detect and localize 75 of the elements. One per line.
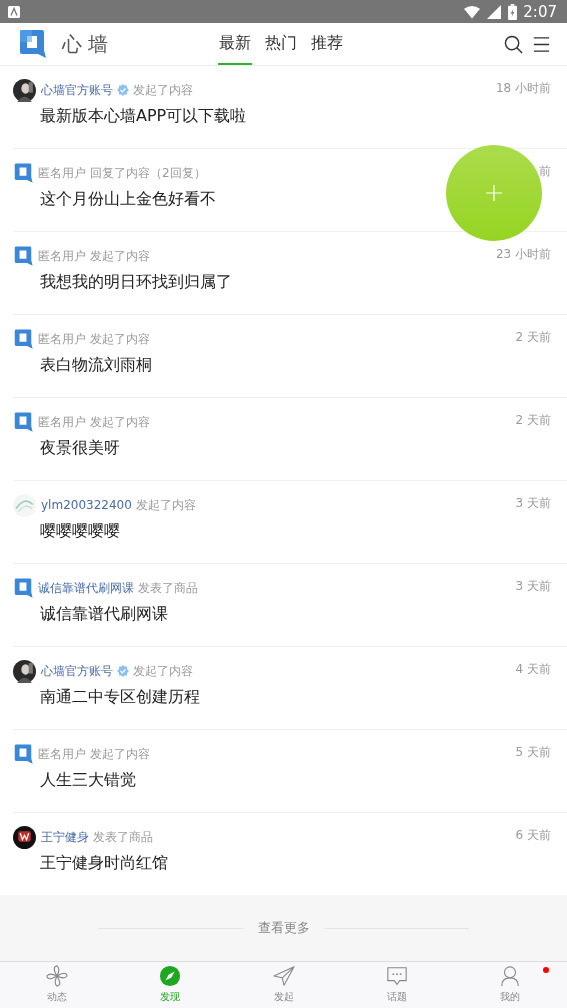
menu-icon[interactable] (532, 34, 551, 54)
signal-icon (486, 4, 503, 19)
feed-item[interactable]: 心墙官方账号 发起了内容 18 小时前 最新版本心墙APP可以下载啦 (13, 66, 567, 150)
action-text: 发表了商品 (93, 828, 153, 846)
post-time: 3 天前 (515, 578, 551, 596)
feed-item[interactable]: 匿名用户 发起了内容 2 天前 表白物流刘雨桐 (13, 315, 567, 399)
post-title: 王宁健身时尚红馆 (40, 853, 168, 875)
author-name[interactable]: 诚信靠谱代刷网课 (38, 579, 134, 597)
post-title: 这个月份山上金色好看不 (40, 189, 216, 211)
feed-item[interactable]: 心墙官方账号 发起了内容 4 天前 南通二中专区创建历程 (13, 647, 567, 731)
nav-tab[interactable]: 动态 (0, 961, 114, 1008)
action-text: 发起了内容 (133, 662, 193, 680)
author-name[interactable]: 心墙官方账号 (41, 662, 113, 680)
logo-avatar-icon (13, 577, 33, 600)
status-time: 2:07 (523, 2, 557, 21)
post-title: 最新版本心墙APP可以下载啦 (40, 106, 247, 128)
author-name[interactable]: 心墙官方账号 (41, 81, 113, 99)
author-name: 匿名用户 (38, 247, 86, 265)
author-name: 匿名用户 (38, 745, 86, 763)
action-text: 发起了内容 (90, 745, 150, 763)
logo-avatar-icon (13, 245, 33, 268)
notification-icon (8, 5, 20, 18)
post-time: 5 天前 (515, 744, 551, 762)
wifi-icon (464, 4, 481, 19)
nav-tab[interactable]: 话题 (340, 961, 454, 1008)
chat-icon (385, 965, 408, 988)
action-text: 发起了内容 (135, 496, 196, 514)
app-logo-icon (18, 28, 46, 61)
pinwheel-icon (45, 965, 68, 988)
post-time: 4 天前 (515, 661, 551, 679)
action-text: 发起了内容 (133, 81, 193, 99)
nav-tab[interactable]: 发起 (226, 961, 341, 1008)
action-text: 发起了内容 (90, 330, 150, 348)
logo-avatar-icon (13, 411, 33, 434)
tab[interactable]: 热门 (264, 23, 299, 66)
author-name: 匿名用户 (38, 330, 86, 348)
battery-icon (508, 3, 518, 20)
feed-item[interactable]: ylm200322400 发起了内容 3 天前 嘤嘤嘤嘤嘤 (13, 481, 567, 565)
person-icon (499, 965, 522, 988)
logo-avatar-icon (13, 162, 33, 185)
logo-avatar-icon (13, 328, 33, 351)
feed-item[interactable]: 匿名用户 发起了内容 5 天前 人生三大错觉 (13, 730, 567, 814)
post-title: 夜景很美呀 (40, 438, 120, 460)
feed-item[interactable]: 王宁健身 发表了商品 6 天前 王宁健身时尚红馆 (13, 813, 567, 896)
post-time: 3 天前 (515, 495, 551, 513)
compass-icon (159, 965, 182, 988)
post-title: 南通二中专区创建历程 (40, 687, 200, 709)
author-name: 匿名用户 (38, 164, 86, 182)
plus-icon (486, 185, 502, 201)
post-time: 6 天前 (515, 827, 551, 845)
post-time: 23 小时前 (495, 246, 551, 264)
search-icon[interactable] (504, 34, 523, 54)
feed-item[interactable]: 匿名用户 发起了内容 2 天前 夜景很美呀 (13, 398, 567, 482)
logo-avatar-icon (13, 743, 33, 766)
author-name[interactable]: ylm200322400 (41, 498, 132, 513)
nav-tab[interactable]: 我的 (453, 961, 567, 1008)
action-text: 回复了内容（2回复） (90, 164, 206, 182)
post-title: 嘤嘤嘤嘤嘤 (40, 521, 120, 543)
app-name: 心 墙 (62, 30, 109, 58)
author-name: 匿名用户 (38, 413, 86, 431)
post-time: 2 天前 (515, 412, 551, 430)
post-title: 我想我的明日环找到归属了 (40, 272, 232, 294)
author-name[interactable]: 王宁健身 (41, 828, 89, 846)
action-text: 发表了商品 (138, 579, 198, 597)
post-title: 表白物流刘雨桐 (40, 355, 152, 377)
post-time: 18 小时前 (495, 80, 551, 98)
tab[interactable]: 推荐 (310, 23, 345, 66)
post-title: 人生三大错觉 (40, 770, 136, 792)
paper-plane-icon (272, 965, 295, 988)
post-time: 前 (539, 163, 551, 181)
action-text: 发起了内容 (90, 413, 150, 431)
feed-item[interactable]: 诚信靠谱代刷网课 发表了商品 3 天前 诚信靠谱代刷网课 (13, 564, 567, 648)
post-title: 诚信靠谱代刷网课 (40, 604, 168, 626)
post-time: 2 天前 (515, 329, 551, 347)
action-text: 发起了内容 (90, 247, 150, 265)
